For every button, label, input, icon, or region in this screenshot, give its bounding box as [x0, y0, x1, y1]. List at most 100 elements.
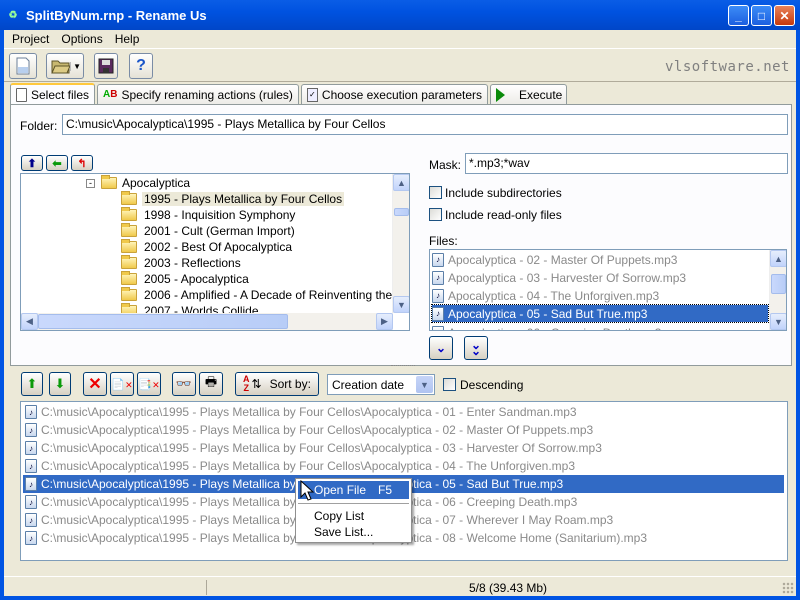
clear-list-button[interactable]: 📑✕: [137, 372, 161, 396]
folder-icon: [121, 223, 137, 237]
splitter-grip[interactable]: [391, 365, 415, 367]
list-item[interactable]: ♪ C:\music\Apocalyptica\1995 - Plays Meta…: [25, 439, 786, 457]
menu-help[interactable]: Help: [109, 32, 146, 46]
tree-node[interactable]: 2003 - Reflections: [121, 255, 243, 271]
print-button[interactable]: 🖶: [199, 372, 223, 396]
scroll-left-icon[interactable]: ◀: [21, 313, 38, 330]
file-path: C:\music\Apocalyptica\1995 - Plays Metal…: [41, 441, 602, 455]
move-up-button[interactable]: ⬆: [21, 372, 43, 396]
tree-node-label: Apocalyptica: [122, 176, 191, 190]
main-toolbar: ▼ ? vlsoftware.net: [4, 50, 796, 82]
tab-label: Choose execution parameters: [321, 88, 482, 102]
tree-node[interactable]: 2006 - Amplified - A Decade of Reinventi…: [121, 287, 410, 303]
up-folder-button[interactable]: ⬆: [21, 155, 43, 171]
tree-node-label: 2001 - Cult (German Import): [144, 224, 295, 238]
scroll-up-icon[interactable]: ▲: [770, 250, 786, 267]
scroll-up-icon[interactable]: ▲: [393, 174, 409, 191]
up-arrow-icon: ⬆: [27, 157, 37, 170]
help-icon: ?: [136, 57, 146, 74]
folder-input[interactable]: C:\music\Apocalyptica\1995 - Plays Metal…: [62, 114, 788, 135]
minimize-button[interactable]: _: [728, 5, 749, 26]
chevron-down-icon[interactable]: ▼: [416, 376, 433, 393]
tree-node[interactable]: 2002 - Best Of Apocalyptica: [121, 239, 294, 255]
tree-vertical-scrollbar[interactable]: ▲ ▼: [392, 174, 409, 313]
file-item[interactable]: ♪ Apocalyptica - 06 - Creeping Death.mp3: [432, 324, 661, 330]
list-item[interactable]: ♪ C:\music\Apocalyptica\1995 - Plays Meta…: [25, 457, 786, 475]
back-button[interactable]: ⬅: [46, 155, 68, 171]
mouse-cursor-icon: [300, 480, 314, 501]
tab-execution-parameters[interactable]: ✓ Choose execution parameters: [300, 84, 488, 105]
sort-by-select[interactable]: Creation date ▼: [327, 374, 435, 395]
panel-splitter[interactable]: [4, 364, 796, 370]
tab-execute[interactable]: Execute: [490, 84, 568, 105]
open-project-button[interactable]: ▼: [46, 53, 84, 79]
scroll-down-icon[interactable]: ▼: [770, 313, 786, 330]
collapse-icon[interactable]: -: [86, 178, 95, 188]
include-subdirectories-checkbox[interactable]: [429, 186, 442, 199]
open-dropdown-arrow-icon[interactable]: ▼: [70, 61, 81, 71]
tree-node[interactable]: 2005 - Apocalyptica: [121, 271, 251, 287]
title-bar[interactable]: ♻ SplitByNum.rnp - Rename Us _ □ ✕: [0, 0, 800, 30]
list-item[interactable]: ♪ C:\music\Apocalyptica\1995 - Plays Meta…: [25, 421, 786, 439]
close-button[interactable]: ✕: [774, 5, 795, 26]
menu-item-label: Copy List: [314, 509, 365, 523]
mask-input[interactable]: *.mp3;*wav: [465, 153, 788, 174]
files-list[interactable]: ♪ Apocalyptica - 02 - Master Of Puppets.m…: [429, 249, 787, 331]
context-menu-open-file[interactable]: Open File F5: [298, 481, 409, 499]
files-vertical-scrollbar[interactable]: ▲ ▼: [769, 250, 786, 330]
file-item-selected[interactable]: ♪ Apocalyptica - 05 - Sad But True.mp3: [431, 304, 769, 323]
green-up-arrow-icon: ⬆: [26, 376, 38, 391]
app-icon: ♻: [8, 9, 18, 21]
add-selected-button[interactable]: ⌄: [429, 336, 453, 360]
sort-button[interactable]: AZ ⇅ Sort by:: [235, 372, 319, 396]
menu-options[interactable]: Options: [55, 32, 108, 46]
include-subdirectories-label[interactable]: Include subdirectories: [445, 186, 562, 200]
menu-project[interactable]: Project: [6, 32, 55, 46]
floppy-disk-icon: [98, 58, 114, 74]
scroll-thumb[interactable]: [38, 314, 288, 329]
new-project-button[interactable]: [9, 53, 37, 79]
folder-tree[interactable]: - Apocalyptica 1995 - Plays Metallica by…: [20, 173, 410, 331]
scroll-thumb[interactable]: [771, 274, 786, 294]
descending-label[interactable]: Descending: [460, 378, 523, 392]
include-readonly-label[interactable]: Include read-only files: [445, 208, 562, 222]
tree-node-label: 2006 - Amplified - A Decade of Reinventi…: [144, 288, 410, 302]
descending-checkbox[interactable]: [443, 378, 456, 391]
tree-horizontal-scrollbar[interactable]: ◀ ▶: [21, 313, 393, 330]
file-item[interactable]: ♪ Apocalyptica - 04 - The Unforgiven.mp3: [432, 287, 659, 304]
context-menu-save-list[interactable]: Save List...: [298, 523, 409, 541]
audio-file-icon: ♪: [25, 513, 37, 527]
new-document-icon: [16, 57, 30, 75]
open-folder-icon: [51, 60, 71, 74]
remove-button[interactable]: ✕: [83, 372, 107, 396]
audio-file-icon: ♪: [25, 459, 37, 473]
include-readonly-checkbox[interactable]: [429, 208, 442, 221]
maximize-button[interactable]: □: [751, 5, 772, 26]
folder-icon: [121, 239, 137, 253]
find-button[interactable]: 👓: [172, 372, 196, 396]
tree-node[interactable]: 1998 - Inquisition Symphony: [121, 207, 297, 223]
audio-file-icon: ♪: [25, 423, 37, 437]
move-down-button[interactable]: ⬇: [49, 372, 71, 396]
return-button[interactable]: ↰: [71, 155, 93, 171]
save-project-button[interactable]: [94, 53, 118, 79]
file-item[interactable]: ♪ Apocalyptica - 03 - Harvester Of Sorrow…: [432, 269, 686, 286]
tree-node-parent[interactable]: - Apocalyptica: [86, 175, 190, 191]
file-item[interactable]: ♪ Apocalyptica - 02 - Master Of Puppets.m…: [432, 251, 677, 268]
tab-select-files[interactable]: Select files: [10, 83, 96, 105]
scroll-right-icon[interactable]: ▶: [376, 313, 393, 330]
tree-node-label: 1995 - Plays Metallica by Four Cellos: [142, 192, 345, 206]
help-button[interactable]: ?: [129, 53, 153, 79]
tab-renaming-rules[interactable]: AB Specify renaming actions (rules): [97, 84, 299, 105]
tree-node[interactable]: 1995 - Plays Metallica by Four Cellos: [121, 191, 345, 207]
add-all-button[interactable]: ⌄ ⌄: [464, 336, 488, 360]
menu-separator: [298, 503, 409, 504]
remove-missing-button[interactable]: 📄✕: [110, 372, 134, 396]
tree-node[interactable]: 2001 - Cult (German Import): [121, 223, 297, 239]
tree-node-label: 2005 - Apocalyptica: [144, 272, 249, 286]
resize-grip[interactable]: [782, 582, 794, 594]
mask-label: Mask:: [429, 158, 462, 172]
list-item[interactable]: ♪ C:\music\Apocalyptica\1995 - Plays Meta…: [25, 403, 786, 421]
scroll-down-icon[interactable]: ▼: [393, 296, 409, 313]
scroll-thumb[interactable]: [394, 208, 409, 216]
